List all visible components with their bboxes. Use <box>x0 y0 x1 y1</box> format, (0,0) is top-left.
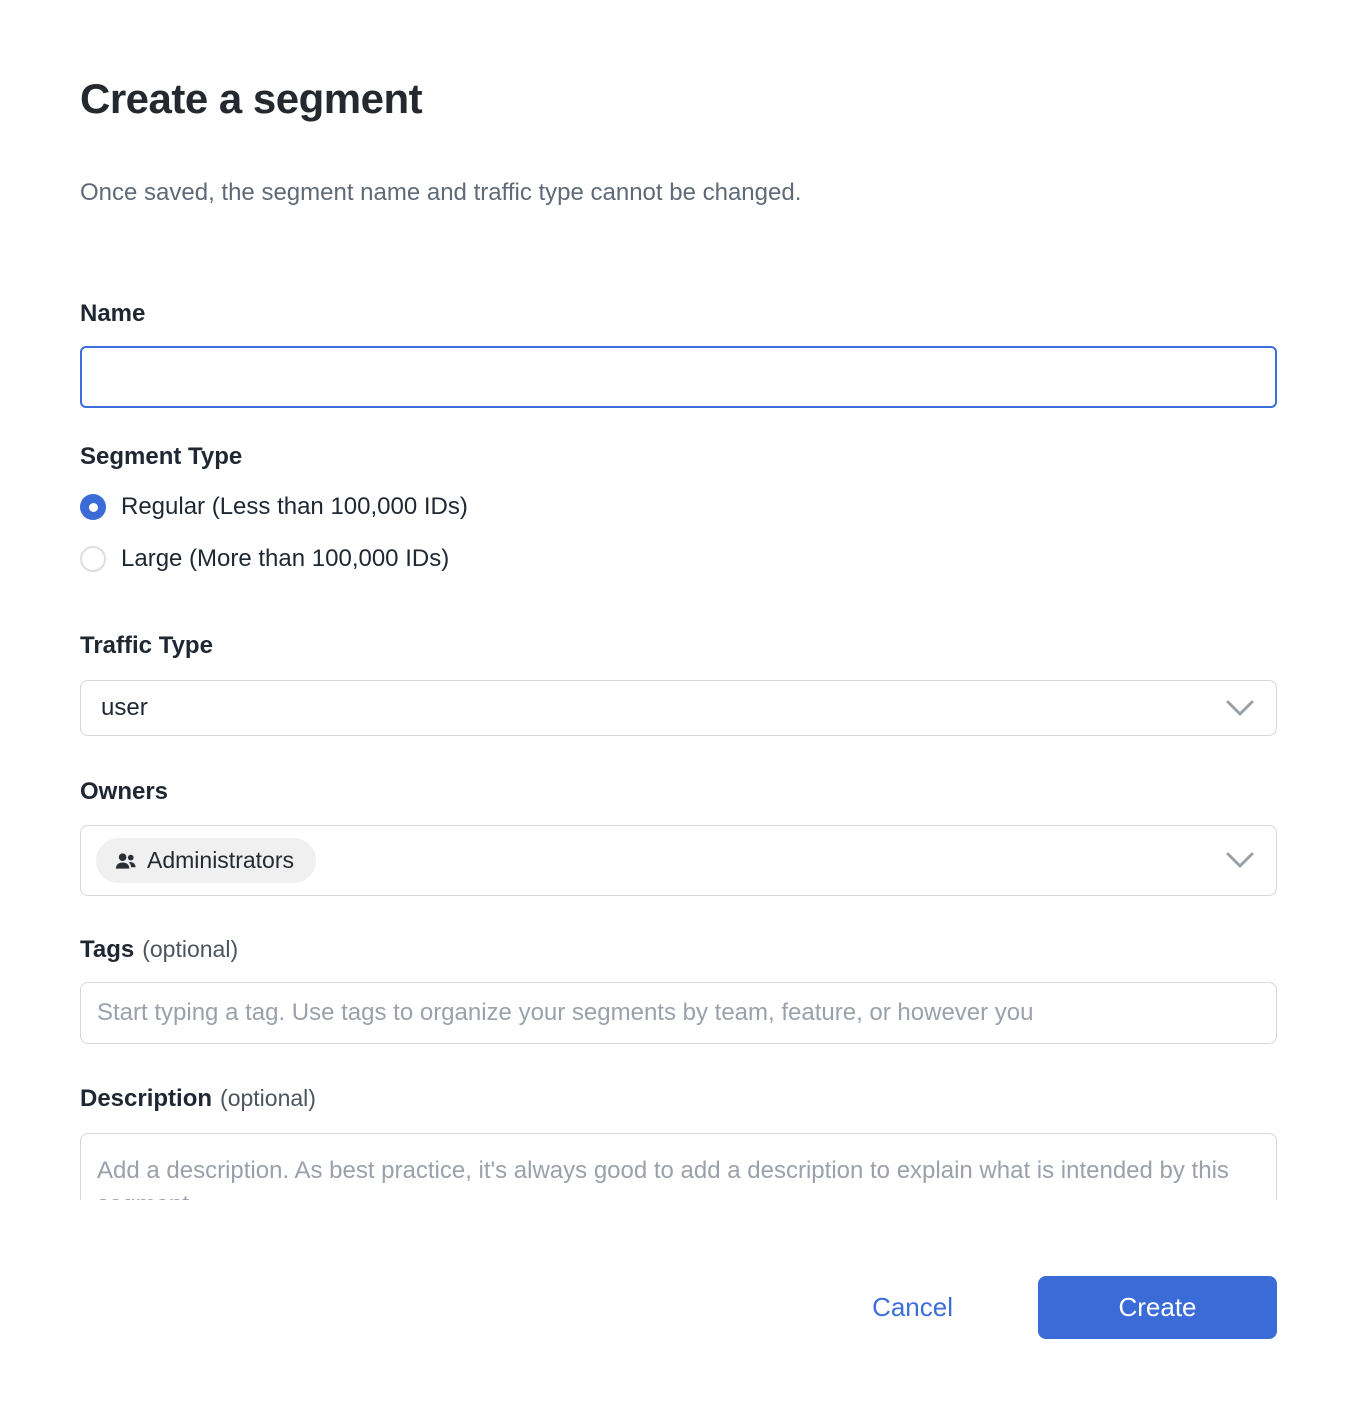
traffic-type-selected-value: user <box>101 694 148 722</box>
create-segment-dialog: Create a segment Once saved, the segment… <box>0 0 1354 1399</box>
segment-type-group: Segment Type Regular (Less than 100,000 … <box>80 443 1277 573</box>
dialog-subtitle: Once saved, the segment name and traffic… <box>80 178 1277 208</box>
traffic-type-label: Traffic Type <box>80 632 1277 659</box>
owners-label: Owners <box>80 778 1277 805</box>
owners-group: Owners Administrators <box>80 778 1277 896</box>
radio-option-regular[interactable]: Regular (Less than 100,000 IDs) <box>80 493 1277 521</box>
chevron-down-icon <box>1226 852 1254 869</box>
people-group-icon <box>114 851 137 871</box>
description-label-text: Description <box>80 1085 212 1112</box>
name-field-group: Name <box>80 300 1277 408</box>
radio-selected-icon[interactable] <box>80 494 106 520</box>
cancel-button[interactable]: Cancel <box>872 1292 953 1323</box>
tags-optional-note: (optional) <box>142 936 238 962</box>
tags-label: Tags (optional) <box>80 936 1277 963</box>
name-input[interactable] <box>80 346 1277 408</box>
dialog-footer: Cancel Create <box>80 1276 1277 1339</box>
radio-option-label: Regular (Less than 100,000 IDs) <box>121 493 468 521</box>
radio-option-large[interactable]: Large (More than 100,000 IDs) <box>80 545 1277 573</box>
segment-type-radio-group: Regular (Less than 100,000 IDs) Large (M… <box>80 493 1277 573</box>
radio-option-label: Large (More than 100,000 IDs) <box>121 545 449 573</box>
description-group: Description (optional) <box>80 1085 1277 1200</box>
traffic-type-select[interactable]: user <box>80 680 1277 736</box>
radio-unselected-icon[interactable] <box>80 546 106 572</box>
traffic-type-group: Traffic Type user <box>80 632 1277 736</box>
description-label: Description (optional) <box>80 1085 1277 1112</box>
owner-token-administrators[interactable]: Administrators <box>96 838 316 883</box>
description-textarea[interactable] <box>80 1133 1277 1200</box>
tags-group: Tags (optional) <box>80 936 1277 1044</box>
description-optional-note: (optional) <box>220 1085 316 1111</box>
owners-select[interactable]: Administrators <box>80 825 1277 896</box>
create-button[interactable]: Create <box>1038 1276 1277 1339</box>
tags-label-text: Tags <box>80 936 134 963</box>
name-label: Name <box>80 300 1277 327</box>
owner-token-label: Administrators <box>147 847 294 874</box>
segment-type-label: Segment Type <box>80 443 1277 470</box>
page-title: Create a segment <box>80 74 1277 124</box>
tags-input[interactable] <box>80 982 1277 1044</box>
chevron-down-icon <box>1226 700 1254 717</box>
